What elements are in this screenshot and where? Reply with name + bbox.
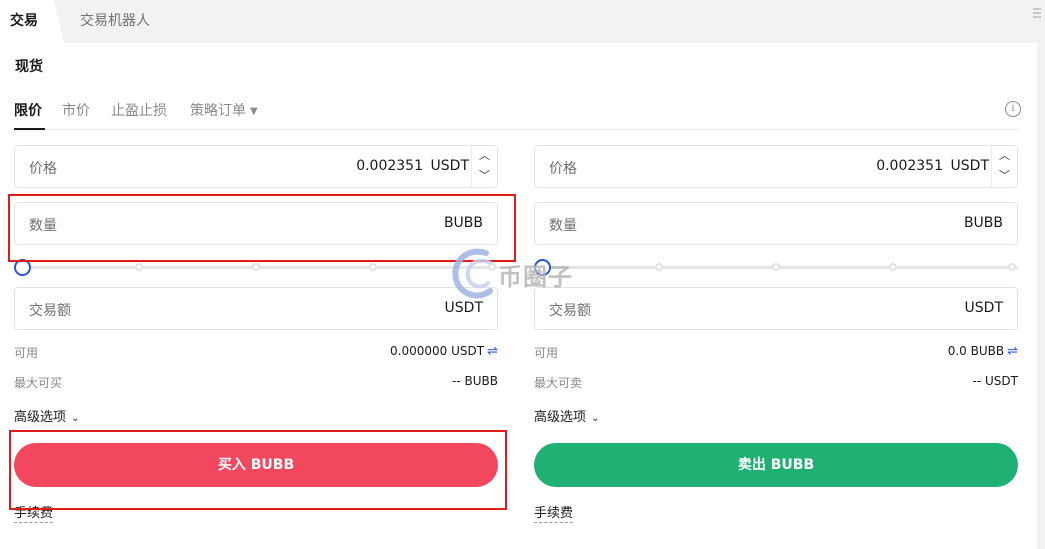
slider-track[interactable]: [542, 266, 1018, 269]
sell-advanced-options[interactable]: 高级选项 ⌄: [534, 406, 599, 425]
sell-available-label: 可用: [534, 346, 559, 360]
sell-quantity-label: 数量: [549, 218, 577, 234]
drag-handle-icon[interactable]: [1033, 8, 1041, 20]
buy-price-label: 价格: [29, 161, 57, 177]
buy-available-value-wrap: 0.000000 USDT ⇌: [390, 344, 498, 359]
order-type-tabs: 限价 市价 止盈止损 策略订单 ▼ i: [14, 98, 1021, 130]
chevron-up-icon[interactable]: ︿: [992, 146, 1017, 166]
sell-fee-link[interactable]: 手续费: [534, 502, 574, 523]
trade-panel-root: 交易 交易机器人 现货 限价 市价 止盈止损 策略订单 ▼ i 价格 0.0023…: [0, 0, 1045, 549]
tab-take-profit-stop-loss[interactable]: 止盈止损: [111, 100, 167, 120]
chevron-down-icon[interactable]: ﹀: [992, 166, 1017, 186]
tab-trade[interactable]: 交易: [0, 0, 64, 43]
sell-price-value[interactable]: 0.002351: [876, 158, 943, 174]
slider-tick-75[interactable]: [889, 263, 897, 271]
top-tab-bar: 交易 交易机器人: [0, 0, 1045, 43]
slider-tick-25[interactable]: [135, 263, 143, 271]
slider-tick-100[interactable]: [1008, 263, 1016, 271]
sell-price-unit: USDT: [950, 158, 989, 174]
chevron-down-icon[interactable]: ﹀: [472, 166, 497, 186]
highlight-box-buy-button: [9, 430, 507, 510]
buy-max-value: -- BUBB: [452, 374, 498, 388]
sell-amount-field[interactable]: 交易额 USDT: [534, 287, 1018, 330]
sell-percent-slider[interactable]: [534, 257, 1018, 277]
chevron-down-icon: ⌄: [591, 413, 600, 424]
buy-amount-field[interactable]: 交易额 USDT: [14, 287, 498, 330]
slider-tick-50[interactable]: [252, 263, 260, 271]
tab-strategy-order[interactable]: 策略订单 ▼: [190, 100, 258, 120]
buy-available-value: 0.000000 USDT: [390, 344, 485, 358]
sell-quantity-unit: BUBB: [963, 215, 1003, 231]
section-title-spot: 现货: [15, 59, 43, 75]
sell-available-value-wrap: 0.0 BUBB ⇌: [948, 344, 1018, 359]
transfer-icon[interactable]: ⇌: [1007, 344, 1018, 359]
watermark-emblem-icon: [452, 248, 493, 299]
buy-amount-label: 交易额: [29, 303, 71, 319]
buy-price-value[interactable]: 0.002351: [356, 158, 423, 174]
sell-price-stepper[interactable]: ︿ ﹀: [991, 146, 1017, 187]
slider-tick-25[interactable]: [655, 263, 663, 271]
buy-max-label: 最大可买: [14, 376, 63, 390]
sell-price-field[interactable]: 价格 0.002351 USDT ︿ ﹀: [534, 145, 1018, 188]
chevron-down-icon: ⌄: [71, 413, 80, 424]
buy-advanced-options[interactable]: 高级选项 ⌄: [14, 406, 79, 425]
sell-amount-label: 交易额: [549, 303, 591, 319]
transfer-icon[interactable]: ⇌: [487, 344, 498, 359]
sell-max-value: -- USDT: [972, 374, 1018, 388]
sell-max-label: 最大可卖: [534, 376, 583, 390]
slider-tick-75[interactable]: [369, 263, 377, 271]
tab-trading-bot[interactable]: 交易机器人: [80, 0, 150, 43]
buy-price-field[interactable]: 价格 0.002351 USDT ︿ ﹀: [14, 145, 498, 188]
buy-available-label: 可用: [14, 346, 39, 360]
active-tab-underline: [14, 128, 45, 130]
sell-available-value: 0.0 BUBB: [947, 344, 1005, 358]
panel-scrollbar[interactable]: [1037, 43, 1045, 549]
sell-button[interactable]: 卖出 BUBB: [534, 443, 1018, 487]
buy-price-unit: USDT: [430, 158, 469, 174]
highlight-box-quantity: [8, 194, 516, 262]
slider-tick-50[interactable]: [772, 263, 780, 271]
chevron-up-icon[interactable]: ︿: [472, 146, 497, 166]
watermark-text: 币圈子: [498, 263, 573, 291]
tab-market[interactable]: 市价: [62, 100, 90, 120]
caret-down-icon: ▼: [250, 106, 258, 117]
tab-limit[interactable]: 限价: [14, 100, 42, 120]
tab-strategy-order-label: 策略订单: [190, 103, 246, 119]
watermark-logo: 币圈子: [446, 243, 596, 303]
info-circle-icon[interactable]: i: [1005, 101, 1021, 117]
sell-quantity-field[interactable]: 数量 BUBB: [534, 202, 1018, 245]
slider-track[interactable]: [22, 266, 498, 269]
sell-amount-unit: USDT: [964, 300, 1003, 316]
buy-price-stepper[interactable]: ︿ ﹀: [471, 146, 497, 187]
buy-advanced-label: 高级选项: [14, 410, 67, 425]
sell-advanced-label: 高级选项: [534, 410, 587, 425]
sell-price-label: 价格: [549, 161, 577, 177]
